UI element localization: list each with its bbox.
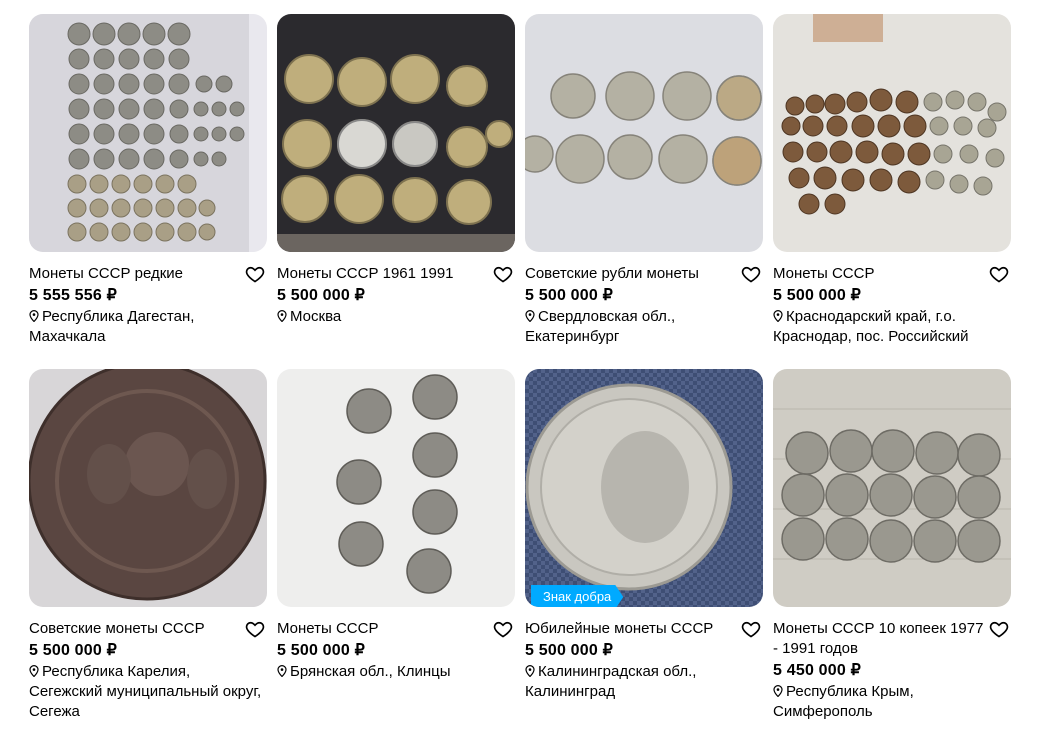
listing-card[interactable]: Советские рубли монеты 5 500 000 ₽ Сверд… [525, 14, 763, 347]
location-pin-icon [773, 310, 783, 322]
listing-title[interactable]: Монеты СССР [773, 264, 985, 284]
listing-photo[interactable]: Знак добра [525, 369, 763, 607]
listing-card[interactable]: Монеты СССР редкие 5 555 556 ₽ Республик… [29, 14, 267, 347]
coin-collection-image [277, 369, 515, 607]
listing-price: 5 500 000 ₽ [773, 287, 862, 304]
heart-outline-icon[interactable] [493, 619, 513, 639]
listing-card[interactable]: Монеты СССР 5 500 000 ₽ Брянская обл., К… [277, 369, 515, 682]
listing-photo[interactable] [773, 14, 1011, 252]
listing-photo[interactable] [29, 369, 267, 607]
location-text: Москва [290, 308, 342, 325]
coin-image [29, 369, 267, 607]
listing-card[interactable]: Монеты СССР 1961 1991 5 500 000 ₽ Москва [277, 14, 515, 327]
listing-title[interactable]: Монеты СССР 10 копеек 1977 - 1991 годов [773, 619, 985, 659]
coin-image [525, 369, 763, 607]
location-text: Республика Дагестан, Махачкала [29, 308, 195, 345]
location-text: Республика Крым, Симферополь [773, 683, 914, 720]
location-pin-icon [773, 685, 783, 697]
heart-outline-icon[interactable] [245, 619, 265, 639]
listing-location: Свердловская обл., Екатеринбург [525, 307, 763, 347]
location-pin-icon [525, 310, 535, 322]
listing-location: Республика Крым, Симферополь [773, 682, 1011, 722]
listing-title[interactable]: Монеты СССР редкие [29, 264, 241, 284]
location-pin-icon [29, 310, 39, 322]
heart-outline-icon[interactable] [493, 264, 513, 284]
coin-collection-image [525, 14, 763, 252]
location-pin-icon [29, 665, 39, 677]
listing-photo[interactable] [29, 14, 267, 252]
listing-card[interactable]: Монеты СССР 5 500 000 ₽ Краснодарский кр… [773, 14, 1011, 347]
location-pin-icon [277, 310, 287, 322]
listing-photo[interactable] [525, 14, 763, 252]
listing-location: Москва [277, 307, 515, 327]
listing-price: 5 555 556 ₽ [29, 287, 118, 304]
listing-location: Республика Карелия, Сегежский муниципаль… [29, 662, 267, 722]
listing-card[interactable]: Знак добра Юбилейные монеты СССР 5 500 0… [525, 369, 763, 702]
heart-outline-icon[interactable] [245, 264, 265, 284]
listing-price: 5 500 000 ₽ [29, 642, 118, 659]
coin-collection-image [277, 14, 515, 252]
coin-collection-image [29, 14, 267, 252]
listing-photo[interactable] [277, 369, 515, 607]
listing-price: 5 500 000 ₽ [525, 287, 614, 304]
listing-price: 5 450 000 ₽ [773, 662, 862, 679]
listing-photo[interactable] [277, 14, 515, 252]
charity-badge[interactable]: Знак добра [531, 585, 623, 607]
listing-title[interactable]: Монеты СССР 1961 1991 [277, 264, 489, 284]
heart-outline-icon[interactable] [989, 264, 1009, 284]
listing-price: 5 500 000 ₽ [277, 287, 366, 304]
listing-location: Республика Дагестан, Махачкала [29, 307, 267, 347]
listing-price: 5 500 000 ₽ [277, 642, 366, 659]
listing-title[interactable]: Монеты СССР [277, 619, 489, 639]
coin-collection-image [773, 14, 1011, 252]
heart-outline-icon[interactable] [741, 264, 761, 284]
location-text: Свердловская обл., Екатеринбург [525, 308, 676, 345]
listing-photo[interactable] [773, 369, 1011, 607]
heart-outline-icon[interactable] [989, 619, 1009, 639]
listing-card[interactable]: Советские монеты СССР 5 500 000 ₽ Респуб… [29, 369, 267, 722]
heart-outline-icon[interactable] [741, 619, 761, 639]
listing-location: Краснодарский край, г.о. Краснодар, пос.… [773, 307, 1011, 347]
listing-title[interactable]: Советские рубли монеты [525, 264, 737, 284]
listing-location: Брянская обл., Клинцы [277, 662, 515, 682]
listing-price: 5 500 000 ₽ [525, 642, 614, 659]
listing-title[interactable]: Юбилейные монеты СССР [525, 619, 737, 639]
coin-collection-image [773, 369, 1011, 607]
location-text: Республика Карелия, Сегежский муниципаль… [29, 663, 262, 720]
location-text: Брянская обл., Клинцы [290, 663, 451, 680]
listing-card[interactable]: Монеты СССР 10 копеек 1977 - 1991 годов … [773, 369, 1011, 722]
listing-title[interactable]: Советские монеты СССР [29, 619, 241, 639]
location-text: Краснодарский край, г.о. Краснодар, пос.… [773, 308, 969, 345]
location-text: Калининградская обл., Калининград [525, 663, 697, 700]
location-pin-icon [277, 665, 287, 677]
listing-location: Калининградская обл., Калининград [525, 662, 763, 702]
location-pin-icon [525, 665, 535, 677]
